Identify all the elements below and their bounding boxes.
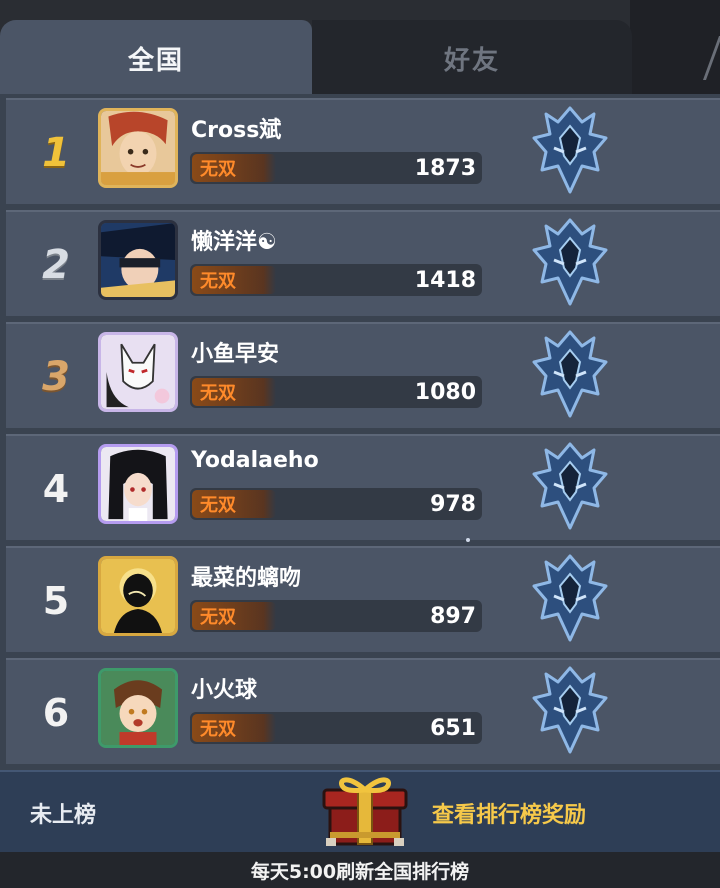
- score-value: 897: [430, 603, 476, 629]
- my-rank-status: 未上榜: [30, 803, 97, 828]
- tier-badge: 无双: [192, 714, 276, 742]
- refresh-note: 每天5:00刷新全国排行榜: [0, 852, 720, 888]
- score-bar: 无双 897: [190, 600, 482, 632]
- dark-haired-girl-avatar[interactable]: [98, 444, 178, 524]
- rank-number: 3: [42, 354, 70, 400]
- corner-decoration: [630, 0, 720, 95]
- player-name: 最菜的螭吻: [191, 566, 302, 591]
- player-name: Cross斌: [191, 118, 282, 143]
- view-rewards-link[interactable]: 查看排行榜奖励: [432, 772, 586, 854]
- rank-number: 5: [42, 579, 70, 623]
- player-name: 小鱼早安: [191, 342, 280, 367]
- masked-hero-avatar[interactable]: [98, 220, 178, 300]
- score-value: 978: [430, 491, 476, 517]
- leaderboard-row[interactable]: 1 Cross斌 无双 1873: [6, 98, 720, 204]
- gift-box-icon[interactable]: [318, 772, 412, 850]
- tier-badge: 无双: [192, 378, 276, 406]
- dragon-helmet-emblem-icon: [528, 104, 612, 196]
- score-value: 1080: [414, 379, 476, 405]
- score-bar: 无双 978: [190, 488, 482, 520]
- tier-badge: 无双: [192, 154, 276, 182]
- leaderboard-row[interactable]: 3 小鱼早安无双 1080: [6, 322, 720, 428]
- rank-number: 1: [42, 130, 70, 176]
- tier-badge: 无双: [192, 266, 276, 294]
- dragon-helmet-emblem-icon: [528, 440, 612, 532]
- leaderboard-row[interactable]: 6 小火球无双 651: [6, 658, 720, 764]
- score-bar: 无双 1873: [190, 152, 482, 184]
- tier-badge: 无双: [192, 490, 276, 518]
- player-name: 小火球: [191, 678, 258, 703]
- dragon-helmet-emblem-icon: [528, 664, 612, 756]
- brown-haired-kid-avatar[interactable]: [98, 668, 178, 748]
- player-name: 懒洋洋☯: [191, 230, 277, 255]
- score-value: 1873: [414, 155, 476, 181]
- leaderboard-tabs: 全国 好友: [0, 20, 632, 96]
- shadow-figure-avatar[interactable]: [98, 556, 178, 636]
- rank-number: 6: [42, 691, 70, 735]
- sparkle-decoration: [466, 538, 470, 542]
- leaderboard-row[interactable]: 5 最菜的螭吻无双 897: [6, 546, 720, 652]
- score-value: 651: [430, 715, 476, 741]
- dragon-helmet-emblem-icon: [528, 328, 612, 420]
- score-bar: 无双 1418: [190, 264, 482, 296]
- my-rank-footer: 未上榜 查看排行榜奖励: [0, 770, 720, 852]
- red-haired-hero-avatar[interactable]: [98, 108, 178, 188]
- fox-mask-avatar[interactable]: [98, 332, 178, 412]
- rank-number: 4: [42, 467, 70, 511]
- tab-national[interactable]: 全国: [0, 20, 312, 96]
- score-value: 1418: [414, 267, 476, 293]
- dragon-helmet-emblem-icon: [528, 216, 612, 308]
- score-bar: 无双 1080: [190, 376, 482, 408]
- tab-friends[interactable]: 好友: [312, 20, 632, 96]
- leaderboard-row[interactable]: 2 懒洋洋☯ 无双 1418: [6, 210, 720, 316]
- tier-badge: 无双: [192, 602, 276, 630]
- rank-number: 2: [42, 242, 70, 288]
- score-bar: 无双 651: [190, 712, 482, 744]
- leaderboard-list[interactable]: 1 Cross斌 无双 1873 2 懒洋洋☯ 无双 1418 3 小鱼早安 无双 1080 4 Yoda…: [0, 94, 720, 770]
- leaderboard-row[interactable]: 4 Yodalaeho 无双 978: [6, 434, 720, 540]
- dragon-helmet-emblem-icon: [528, 552, 612, 644]
- player-name: Yodalaeho: [191, 448, 319, 473]
